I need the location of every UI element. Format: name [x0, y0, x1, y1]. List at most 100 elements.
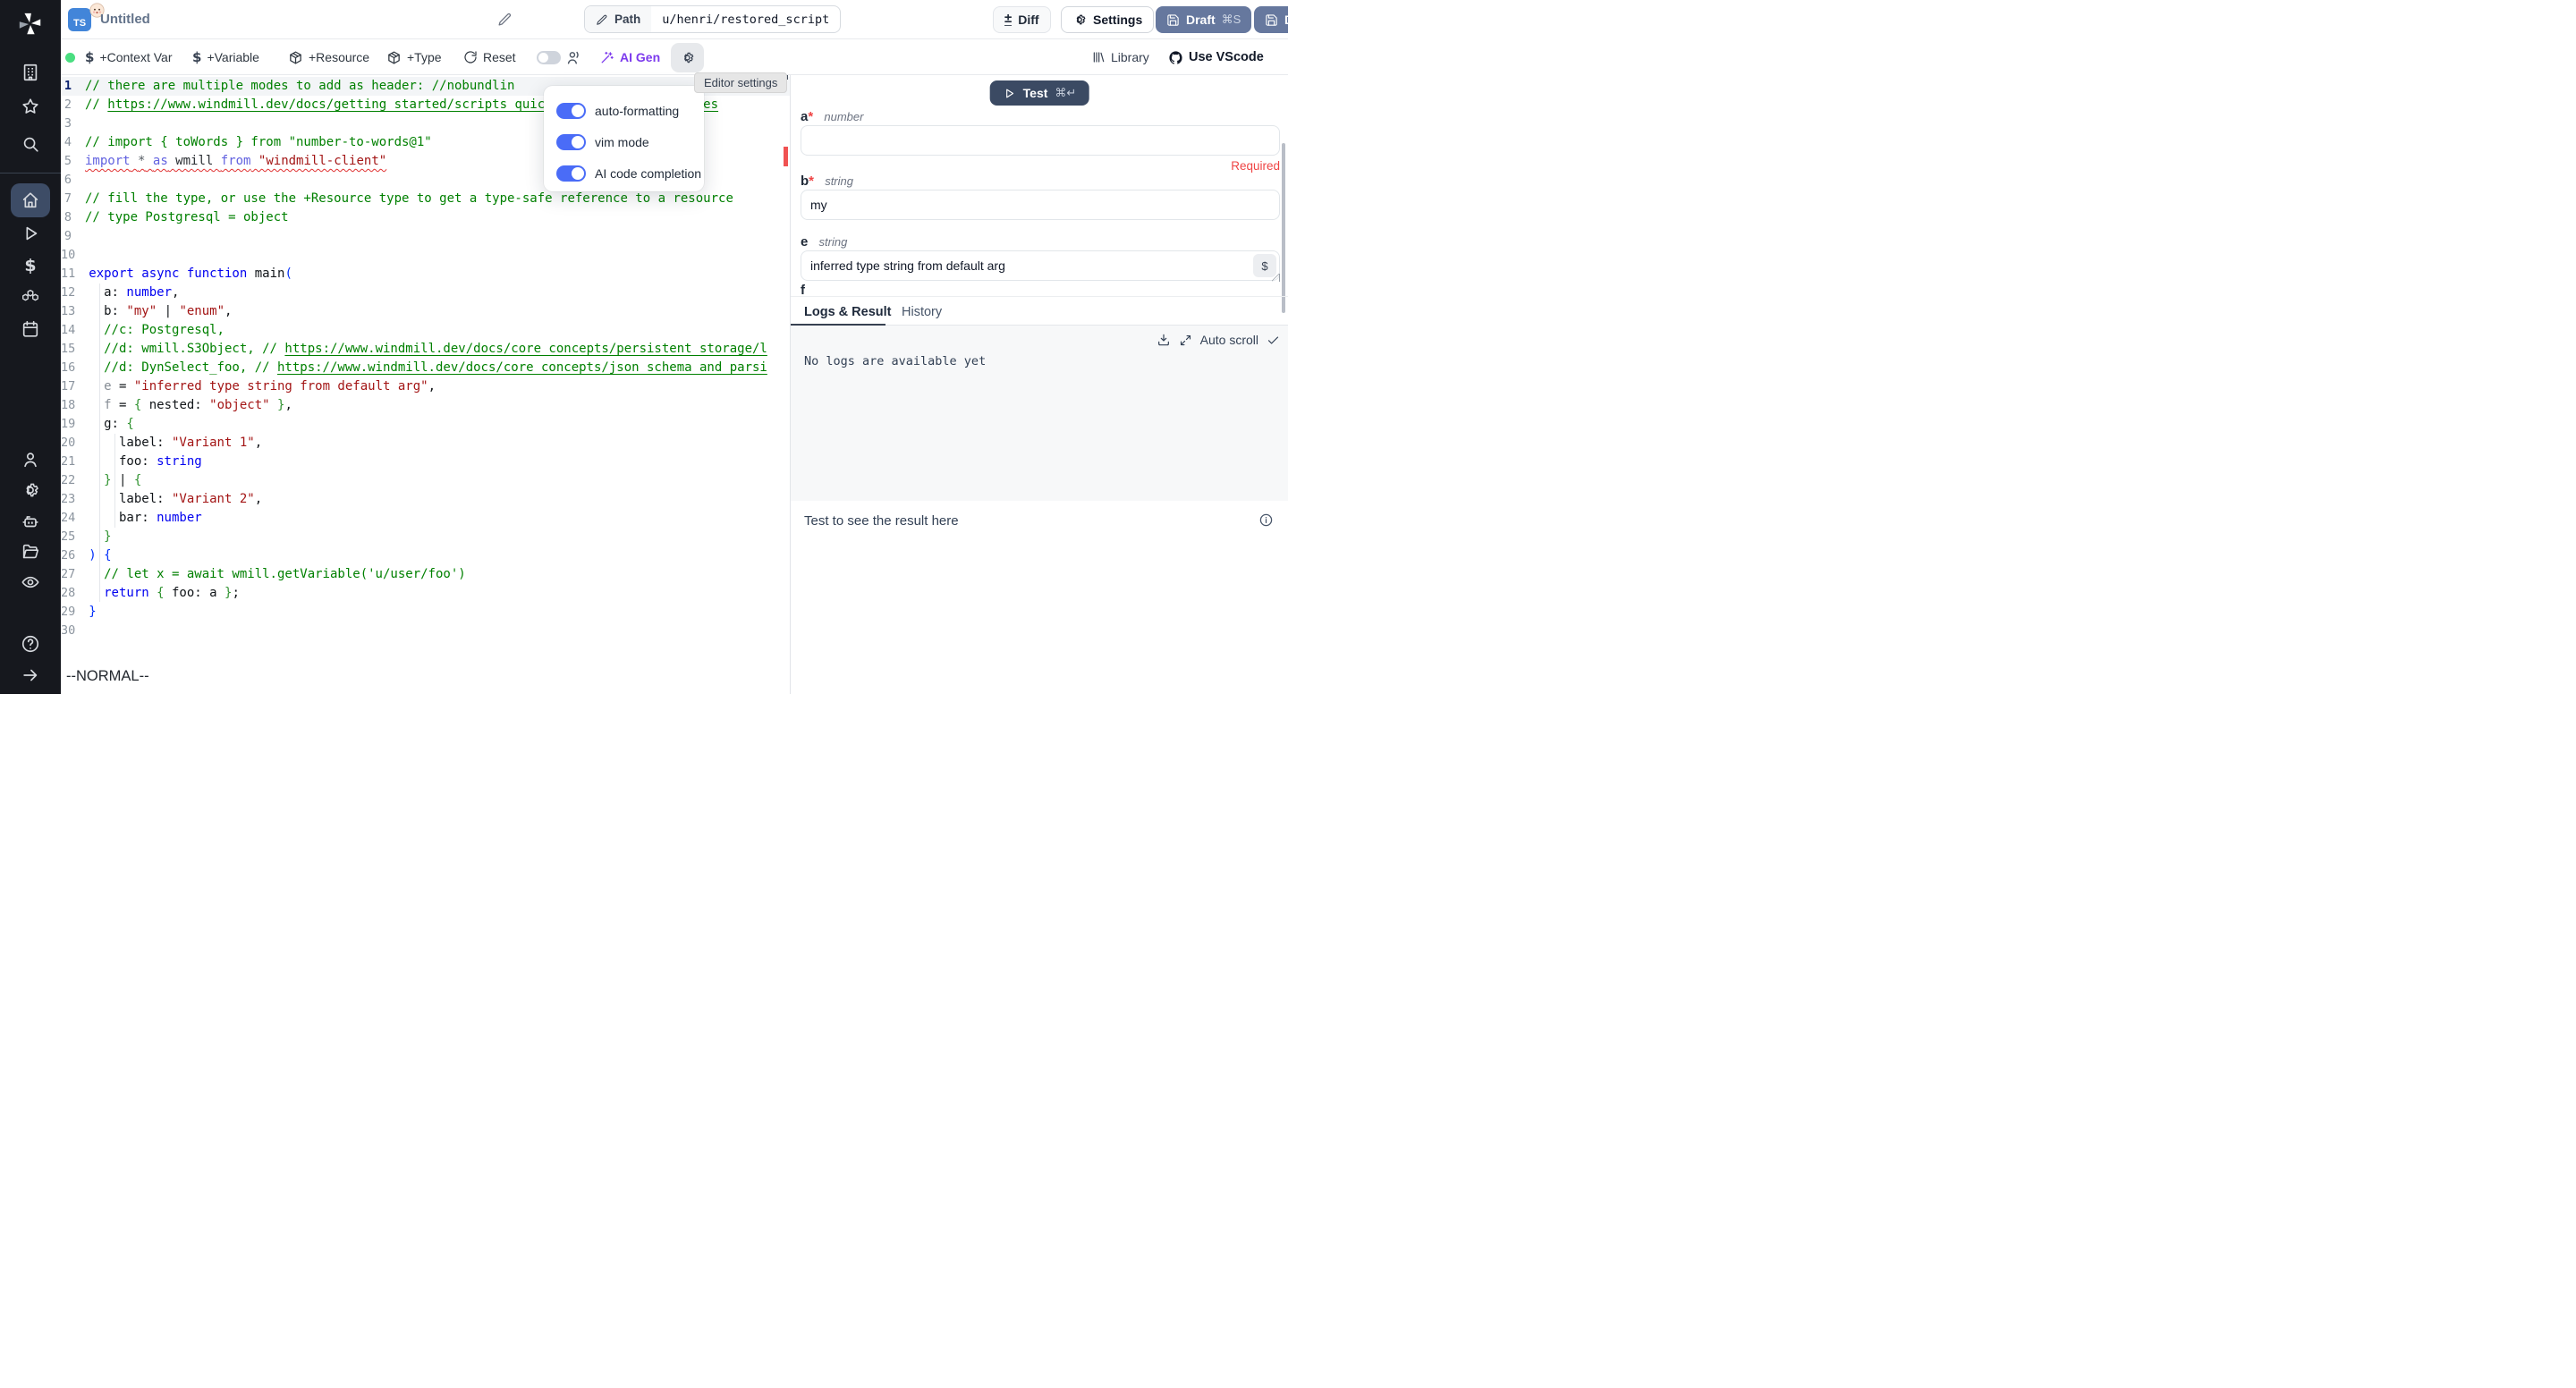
add-context-var-button[interactable]: $ +Context Var: [85, 39, 173, 75]
code-line-26[interactable]: 26) {: [61, 546, 790, 565]
draft-button[interactable]: Draft ⌘S: [1156, 6, 1251, 33]
code-line-21[interactable]: 21 foo: string: [61, 453, 790, 471]
workers-robot-icon[interactable]: [21, 512, 40, 531]
favorites-star-icon[interactable]: [21, 97, 40, 116]
menu-toggle-AI-code-completion[interactable]: AI code completion: [556, 157, 704, 189]
code-line-17[interactable]: 17 e = "inferred type string from defaul…: [61, 377, 790, 396]
code-line-20[interactable]: 20 label: "Variant 1",: [61, 434, 790, 453]
code-line-30[interactable]: 30: [61, 622, 790, 640]
editor-settings-gear-button[interactable]: [671, 43, 704, 72]
user-icon[interactable]: [21, 450, 40, 470]
ts-badge-label: TS: [73, 18, 86, 29]
script-title[interactable]: Untitled: [100, 12, 150, 27]
result-tabs: Logs & Result History: [791, 296, 1288, 326]
runs-play-icon[interactable]: [21, 224, 40, 243]
toggle-switch[interactable]: [556, 165, 586, 182]
library-button[interactable]: Library: [1091, 39, 1149, 75]
multiplayer-users-icon[interactable]: [565, 39, 582, 75]
schedules-calendar-icon[interactable]: [21, 319, 40, 339]
expand-sidebar-arrow-icon[interactable]: [21, 665, 40, 685]
code-line-28[interactable]: 28 return { foo: a };: [61, 584, 790, 603]
path-value[interactable]: u/henri/restored_script: [651, 6, 840, 32]
code-line-13[interactable]: 13 b: "my" | "enum",: [61, 302, 790, 321]
line-number: 18: [61, 396, 75, 415]
diff-button[interactable]: ± Diff: [993, 6, 1051, 33]
test-args-panel: Test ⌘↵ a* number Required b* string e s…: [791, 75, 1288, 694]
diff-icon: ±: [1004, 13, 1012, 26]
line-number: 21: [61, 453, 75, 471]
code-line-11[interactable]: 11export async function main(: [61, 265, 790, 284]
use-vscode-button[interactable]: Use VScode: [1168, 39, 1264, 75]
path-pencil-icon: [596, 13, 608, 26]
info-icon[interactable]: [1258, 512, 1274, 528]
edit-title-pencil-icon[interactable]: [497, 12, 513, 27]
magic-wand-icon: [599, 50, 614, 65]
status-dot: [65, 53, 75, 63]
code-line-23[interactable]: 23 label: "Variant 2",: [61, 490, 790, 509]
code-line-25[interactable]: 25 }: [61, 528, 790, 546]
tab-history[interactable]: History: [902, 297, 942, 326]
sidebar-divider: [0, 173, 61, 174]
draft-button-label: Draft: [1186, 13, 1216, 27]
code-line-12[interactable]: 12 a: number,: [61, 284, 790, 302]
code-line-19[interactable]: 19 g: {: [61, 415, 790, 434]
code-line-10[interactable]: 10: [61, 246, 790, 265]
help-icon[interactable]: [21, 634, 40, 654]
line-number: 17: [61, 377, 75, 396]
toggle-switch[interactable]: [556, 134, 586, 150]
settings-button[interactable]: Settings: [1061, 6, 1154, 33]
panel-divider[interactable]: [790, 75, 791, 694]
resize-handle[interactable]: [1272, 274, 1280, 282]
result-placeholder: Test to see the result here: [804, 513, 959, 529]
add-type-button[interactable]: +Type: [386, 39, 442, 75]
line-number: 10: [61, 246, 75, 265]
field-a-input[interactable]: [801, 125, 1280, 156]
line-number: 14: [61, 321, 75, 340]
line-number: 1: [61, 77, 72, 96]
code-line-29[interactable]: 29}: [61, 603, 790, 622]
menu-toggle-auto-formatting[interactable]: auto-formatting: [556, 95, 704, 126]
package-icon: [288, 50, 303, 65]
code-line-7[interactable]: 7// fill the type, or use the +Resource …: [61, 190, 790, 208]
toggle-switch[interactable]: [556, 103, 586, 119]
test-button[interactable]: Test ⌘↵: [990, 80, 1089, 106]
path-chip[interactable]: Path u/henri/restored_script: [584, 5, 841, 33]
code-line-9[interactable]: 9: [61, 227, 790, 246]
code-line-22[interactable]: 22 } | {: [61, 471, 790, 490]
add-variable-button[interactable]: $ +Variable: [192, 39, 259, 75]
add-resource-button[interactable]: +Resource: [288, 39, 369, 75]
windmill-logo-icon[interactable]: [17, 11, 44, 38]
code-line-8[interactable]: 8// type Postgresql = object: [61, 208, 790, 227]
autoscroll-check-icon[interactable]: [1267, 334, 1280, 347]
deploy-button[interactable]: Deploy: [1254, 6, 1288, 33]
folders-icon[interactable]: [21, 542, 40, 562]
field-b-input[interactable]: [801, 190, 1280, 220]
code-line-14[interactable]: 14 //c: Postgresql,: [61, 321, 790, 340]
ai-gen-button[interactable]: AI Gen: [599, 39, 660, 75]
search-icon[interactable]: [21, 134, 40, 154]
audit-eye-icon[interactable]: [21, 572, 40, 592]
expand-logs-icon[interactable]: [1179, 334, 1192, 347]
library-icon: [1091, 50, 1106, 64]
code-line-27[interactable]: 27 // let x = await wmill.getVariable('u…: [61, 565, 790, 584]
code-line-15[interactable]: 15 //d: wmill.S3Object, // https://www.w…: [61, 340, 790, 359]
menu-toggle-vim-mode[interactable]: vim mode: [556, 126, 704, 157]
workspace-building-icon[interactable]: [21, 63, 40, 82]
variables-dollar-icon[interactable]: $: [24, 256, 36, 275]
no-logs-message: No logs are available yet: [804, 354, 986, 368]
code-line-18[interactable]: 18 f = { nested: "object" },: [61, 396, 790, 415]
reset-button[interactable]: Reset: [463, 39, 516, 75]
tab-logs-result[interactable]: Logs & Result: [804, 297, 891, 326]
code-line-24[interactable]: 24 bar: number: [61, 509, 790, 528]
settings-gear-icon[interactable]: [21, 480, 40, 500]
form-scrollbar[interactable]: [1282, 143, 1285, 313]
add-resource-label: +Resource: [309, 50, 369, 64]
resources-boxes-icon[interactable]: [21, 287, 41, 308]
line-number: 6: [61, 171, 72, 190]
collab-toggle[interactable]: [537, 51, 561, 64]
line-number: 15: [61, 340, 75, 359]
home-icon[interactable]: [21, 190, 40, 210]
code-line-16[interactable]: 16 //d: DynSelect_foo, // https://www.wi…: [61, 359, 790, 377]
field-e-input[interactable]: [801, 250, 1280, 281]
download-logs-icon[interactable]: [1157, 333, 1171, 347]
